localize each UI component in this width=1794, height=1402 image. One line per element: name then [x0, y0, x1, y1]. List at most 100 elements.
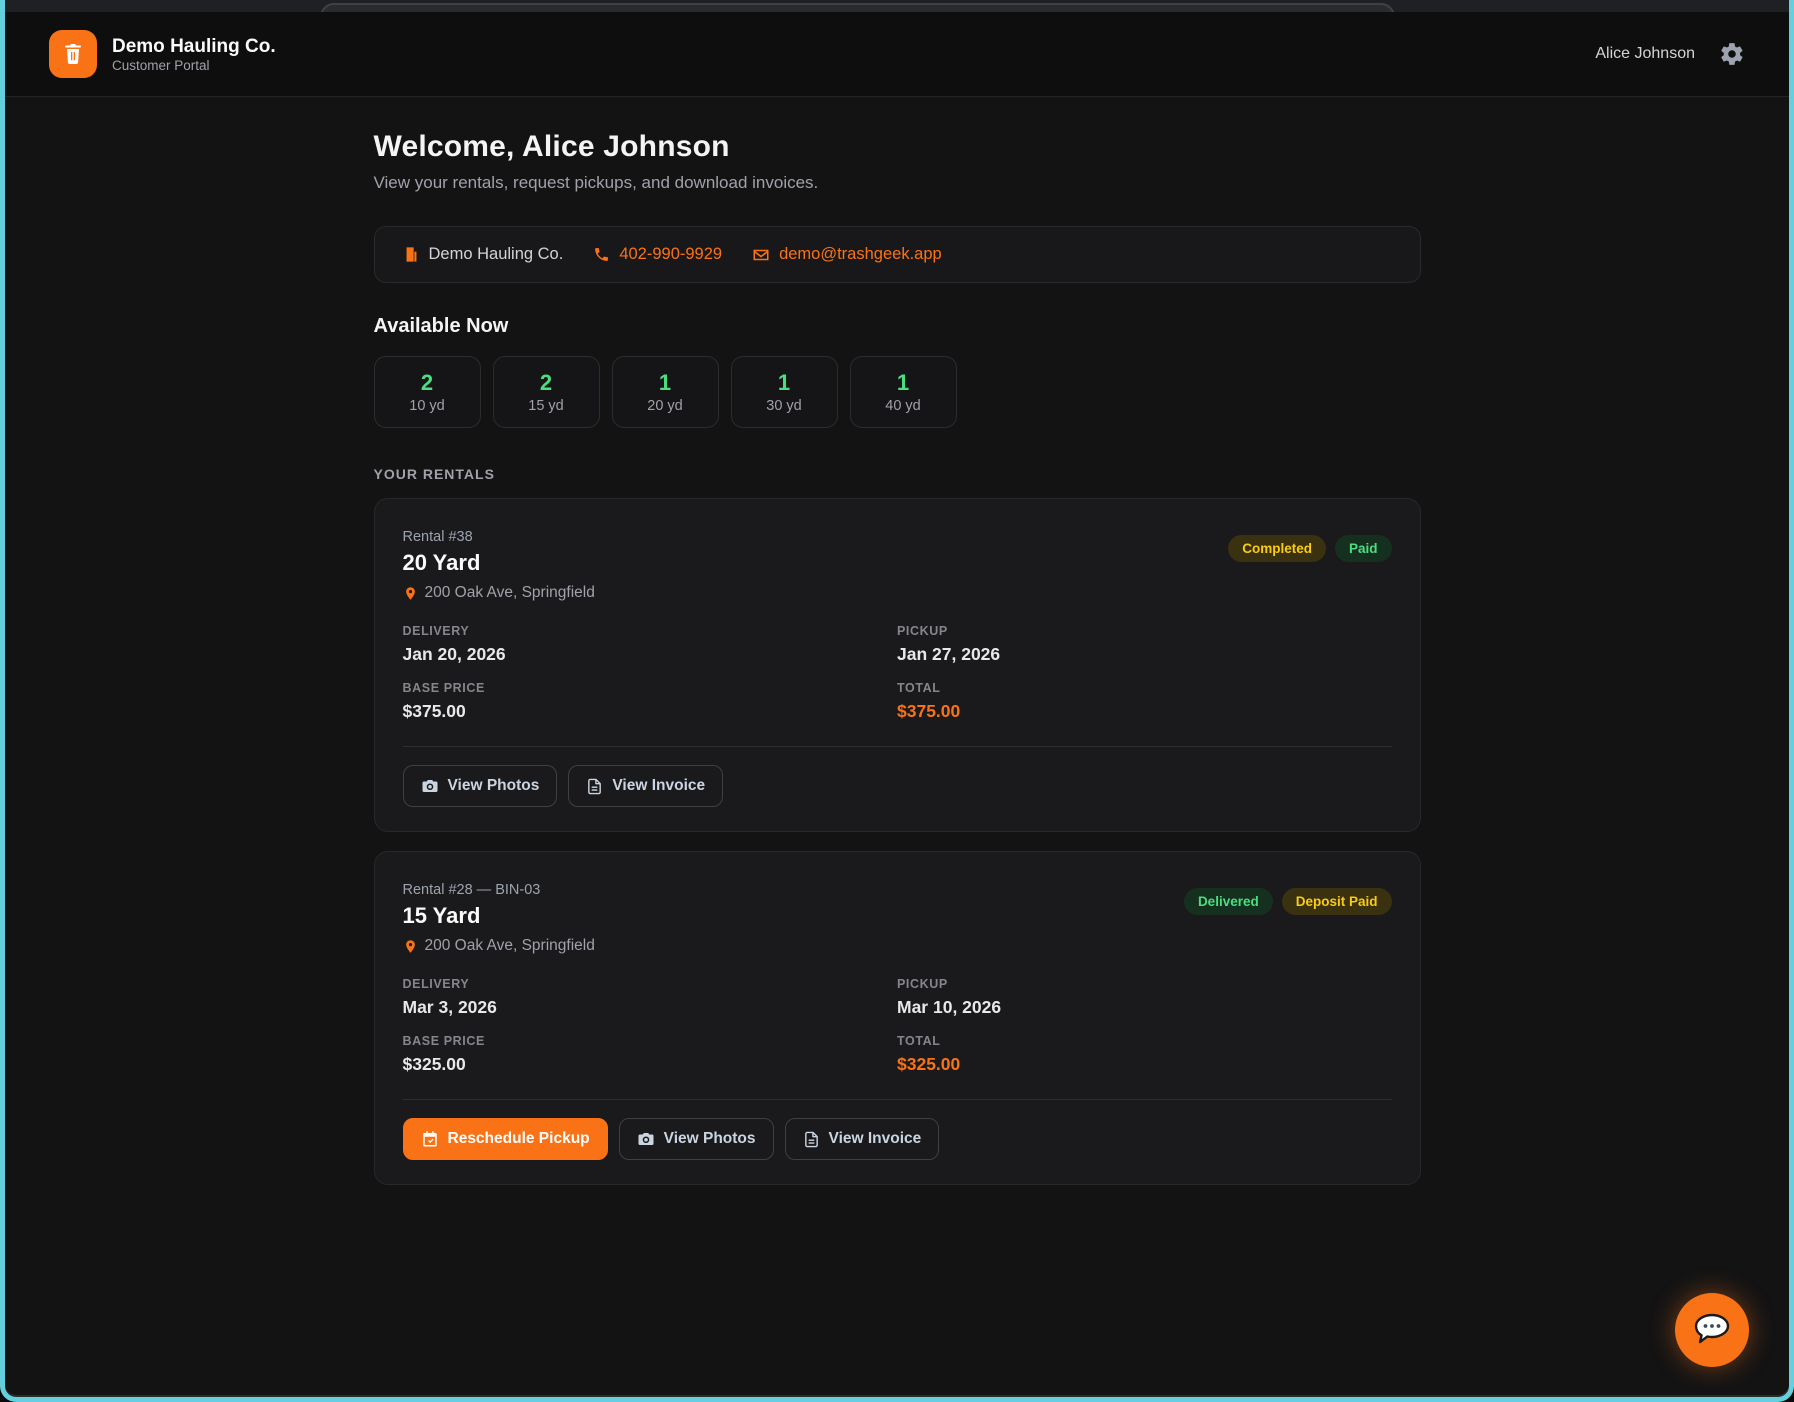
phone-icon	[593, 246, 610, 263]
view-invoice-label: View Invoice	[829, 1130, 922, 1148]
availability-size: 20 yd	[647, 398, 682, 414]
base-price-label: BASE PRICE	[403, 681, 898, 695]
base-price-value: $375.00	[403, 701, 898, 722]
your-rentals-heading: YOUR RENTALS	[374, 466, 1421, 482]
pickup-field: PICKUP Jan 27, 2026	[897, 624, 1392, 665]
status-badge: Delivered	[1184, 888, 1273, 915]
contact-phone-text: 402-990-9929	[619, 245, 722, 264]
view-photos-label: View Photos	[448, 777, 540, 795]
availability-count: 1	[659, 370, 671, 396]
view-invoice-button[interactable]: View Invoice	[568, 765, 723, 807]
rental-details: DELIVERY Jan 20, 2026 PICKUP Jan 27, 202…	[403, 624, 1392, 722]
base-price-label: BASE PRICE	[403, 1034, 898, 1048]
rental-number: Rental #28 — BIN-03	[403, 882, 595, 898]
map-pin-icon	[403, 585, 418, 602]
rental-card-38: Rental #38 20 Yard 200 Oak Ave, Springfi…	[374, 498, 1421, 832]
availability-count: 2	[540, 370, 552, 396]
available-now-heading: Available Now	[374, 315, 1421, 338]
rental-number: Rental #38	[403, 529, 595, 545]
availability-card-20yd: 1 20 yd	[612, 356, 719, 428]
envelope-icon	[752, 246, 770, 264]
reschedule-pickup-label: Reschedule Pickup	[448, 1130, 590, 1148]
user-name: Alice Johnson	[1595, 45, 1695, 63]
page-subtitle: View your rentals, request pickups, and …	[374, 173, 1421, 193]
availability-card-40yd: 1 40 yd	[850, 356, 957, 428]
delivery-field: DELIVERY Jan 20, 2026	[403, 624, 898, 665]
header-right: Alice Johnson	[1595, 41, 1745, 67]
availability-card-15yd: 2 15 yd	[493, 356, 600, 428]
base-price-field: BASE PRICE $325.00	[403, 1034, 898, 1075]
rental-actions: Reschedule Pickup View Photos	[403, 1118, 1392, 1160]
contact-company: Demo Hauling Co.	[403, 245, 564, 264]
availability-size: 30 yd	[766, 398, 801, 414]
gear-icon[interactable]	[1719, 41, 1745, 67]
company-logo	[49, 30, 97, 78]
payment-badge: Deposit Paid	[1282, 888, 1392, 915]
card-divider	[403, 746, 1392, 747]
camera-icon	[421, 777, 439, 795]
card-divider	[403, 1099, 1392, 1100]
rental-badges: Delivered Deposit Paid	[1184, 888, 1392, 915]
total-field: TOTAL $325.00	[897, 1034, 1392, 1075]
chat-button[interactable]	[1675, 1293, 1749, 1367]
availability-card-30yd: 1 30 yd	[731, 356, 838, 428]
delivery-field: DELIVERY Mar 3, 2026	[403, 977, 898, 1018]
pickup-date: Jan 27, 2026	[897, 644, 1392, 665]
rental-size: 15 Yard	[403, 903, 595, 929]
building-icon	[403, 246, 420, 263]
total-value: $325.00	[897, 1054, 1392, 1075]
rental-details: DELIVERY Mar 3, 2026 PICKUP Mar 10, 2026…	[403, 977, 1392, 1075]
payment-badge: Paid	[1335, 535, 1392, 562]
brand-block: Demo Hauling Co. Customer Portal	[112, 35, 276, 74]
chat-bubble-icon	[1692, 1312, 1732, 1348]
browser-chrome-strip	[5, 0, 1789, 12]
availability-size: 10 yd	[409, 398, 444, 414]
contact-bar: Demo Hauling Co. 402-990-9929 demo@trash…	[374, 226, 1421, 283]
invoice-icon	[803, 1131, 820, 1148]
availability-count: 1	[897, 370, 909, 396]
rental-top-row: Rental #38 20 Yard 200 Oak Ave, Springfi…	[403, 529, 1392, 602]
availability-row: 2 10 yd 2 15 yd 1 20 yd 1 30 yd 1 40 yd	[374, 356, 1421, 428]
base-price-value: $325.00	[403, 1054, 898, 1075]
rental-info: Rental #28 — BIN-03 15 Yard 200 Oak Ave,…	[403, 882, 595, 955]
view-photos-label: View Photos	[664, 1130, 756, 1148]
pickup-date: Mar 10, 2026	[897, 997, 1392, 1018]
trash-icon	[61, 42, 85, 66]
rental-badges: Completed Paid	[1228, 535, 1391, 562]
view-photos-button[interactable]: View Photos	[403, 765, 558, 807]
total-value: $375.00	[897, 701, 1392, 722]
page-title: Welcome, Alice Johnson	[374, 130, 1421, 164]
camera-icon	[637, 1130, 655, 1148]
view-photos-button[interactable]: View Photos	[619, 1118, 774, 1160]
availability-count: 2	[421, 370, 433, 396]
app-header: Demo Hauling Co. Customer Portal Alice J…	[5, 12, 1789, 97]
availability-size: 40 yd	[885, 398, 920, 414]
total-label: TOTAL	[897, 1034, 1392, 1048]
company-name: Demo Hauling Co.	[112, 35, 276, 59]
rental-info: Rental #38 20 Yard 200 Oak Ave, Springfi…	[403, 529, 595, 602]
rental-address-text: 200 Oak Ave, Springfield	[425, 584, 595, 602]
total-label: TOTAL	[897, 681, 1392, 695]
view-invoice-button[interactable]: View Invoice	[785, 1118, 940, 1160]
browser-omnibox-remnant	[320, 3, 1395, 12]
rental-address: 200 Oak Ave, Springfield	[403, 584, 595, 602]
delivery-date: Mar 3, 2026	[403, 997, 898, 1018]
rental-address-text: 200 Oak Ave, Springfield	[425, 937, 595, 955]
map-pin-icon	[403, 938, 418, 955]
rental-card-28: Rental #28 — BIN-03 15 Yard 200 Oak Ave,…	[374, 851, 1421, 1185]
portal-label: Customer Portal	[112, 58, 276, 73]
customer-portal-page: Demo Hauling Co. Customer Portal Alice J…	[0, 0, 1794, 1402]
main-content: Welcome, Alice Johnson View your rentals…	[374, 130, 1421, 1185]
status-badge: Completed	[1228, 535, 1326, 562]
delivery-label: DELIVERY	[403, 977, 898, 991]
contact-company-text: Demo Hauling Co.	[429, 245, 564, 264]
rental-top-row: Rental #28 — BIN-03 15 Yard 200 Oak Ave,…	[403, 882, 1392, 955]
contact-email[interactable]: demo@trashgeek.app	[752, 245, 942, 264]
contact-email-text: demo@trashgeek.app	[779, 245, 942, 264]
delivery-date: Jan 20, 2026	[403, 644, 898, 665]
reschedule-pickup-button[interactable]: Reschedule Pickup	[403, 1118, 608, 1160]
delivery-label: DELIVERY	[403, 624, 898, 638]
rental-actions: View Photos View Invoice	[403, 765, 1392, 807]
availability-card-10yd: 2 10 yd	[374, 356, 481, 428]
contact-phone[interactable]: 402-990-9929	[593, 245, 722, 264]
